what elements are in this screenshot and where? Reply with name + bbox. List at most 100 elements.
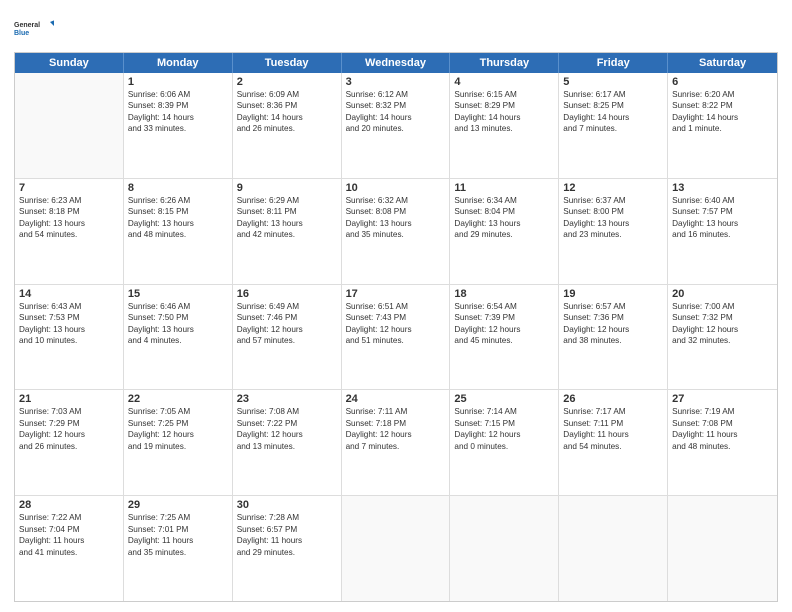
calendar-day-empty [15,73,124,178]
header-day-thursday: Thursday [450,53,559,73]
day-info: Sunrise: 6:51 AM Sunset: 7:43 PM Dayligh… [346,301,446,347]
day-number: 1 [128,76,228,88]
calendar-week-2: 7Sunrise: 6:23 AM Sunset: 8:18 PM Daylig… [15,178,777,284]
calendar-day-14: 14Sunrise: 6:43 AM Sunset: 7:53 PM Dayli… [15,285,124,390]
day-info: Sunrise: 6:26 AM Sunset: 8:15 PM Dayligh… [128,195,228,241]
calendar-day-6: 6Sunrise: 6:20 AM Sunset: 8:22 PM Daylig… [668,73,777,178]
svg-text:Blue: Blue [14,30,29,37]
day-number: 17 [346,288,446,300]
day-info: Sunrise: 6:43 AM Sunset: 7:53 PM Dayligh… [19,301,119,347]
day-info: Sunrise: 6:09 AM Sunset: 8:36 PM Dayligh… [237,89,337,135]
svg-text:General: General [14,22,40,29]
day-number: 8 [128,182,228,194]
day-number: 24 [346,393,446,405]
day-info: Sunrise: 7:11 AM Sunset: 7:18 PM Dayligh… [346,406,446,452]
calendar-week-1: 1Sunrise: 6:06 AM Sunset: 8:39 PM Daylig… [15,73,777,178]
calendar-day-13: 13Sunrise: 6:40 AM Sunset: 7:57 PM Dayli… [668,179,777,284]
calendar-day-20: 20Sunrise: 7:00 AM Sunset: 7:32 PM Dayli… [668,285,777,390]
day-info: Sunrise: 7:28 AM Sunset: 6:57 PM Dayligh… [237,512,337,558]
calendar-header: SundayMondayTuesdayWednesdayThursdayFrid… [15,53,777,73]
day-number: 23 [237,393,337,405]
day-info: Sunrise: 7:03 AM Sunset: 7:29 PM Dayligh… [19,406,119,452]
day-number: 27 [672,393,773,405]
day-number: 22 [128,393,228,405]
day-number: 28 [19,499,119,511]
day-info: Sunrise: 6:20 AM Sunset: 8:22 PM Dayligh… [672,89,773,135]
calendar-day-19: 19Sunrise: 6:57 AM Sunset: 7:36 PM Dayli… [559,285,668,390]
calendar-day-15: 15Sunrise: 6:46 AM Sunset: 7:50 PM Dayli… [124,285,233,390]
calendar: SundayMondayTuesdayWednesdayThursdayFrid… [14,52,778,602]
calendar-day-12: 12Sunrise: 6:37 AM Sunset: 8:00 PM Dayli… [559,179,668,284]
day-info: Sunrise: 6:12 AM Sunset: 8:32 PM Dayligh… [346,89,446,135]
calendar-day-22: 22Sunrise: 7:05 AM Sunset: 7:25 PM Dayli… [124,390,233,495]
day-info: Sunrise: 6:17 AM Sunset: 8:25 PM Dayligh… [563,89,663,135]
calendar-day-empty [450,496,559,601]
day-number: 10 [346,182,446,194]
day-number: 29 [128,499,228,511]
calendar-day-29: 29Sunrise: 7:25 AM Sunset: 7:01 PM Dayli… [124,496,233,601]
day-info: Sunrise: 6:49 AM Sunset: 7:46 PM Dayligh… [237,301,337,347]
calendar-day-17: 17Sunrise: 6:51 AM Sunset: 7:43 PM Dayli… [342,285,451,390]
calendar-day-25: 25Sunrise: 7:14 AM Sunset: 7:15 PM Dayli… [450,390,559,495]
day-number: 3 [346,76,446,88]
calendar-day-1: 1Sunrise: 6:06 AM Sunset: 8:39 PM Daylig… [124,73,233,178]
calendar-day-26: 26Sunrise: 7:17 AM Sunset: 7:11 PM Dayli… [559,390,668,495]
day-info: Sunrise: 6:54 AM Sunset: 7:39 PM Dayligh… [454,301,554,347]
day-info: Sunrise: 7:25 AM Sunset: 7:01 PM Dayligh… [128,512,228,558]
logo-svg: General Blue [14,10,54,46]
day-number: 14 [19,288,119,300]
header-day-saturday: Saturday [668,53,777,73]
calendar-day-24: 24Sunrise: 7:11 AM Sunset: 7:18 PM Dayli… [342,390,451,495]
day-info: Sunrise: 7:19 AM Sunset: 7:08 PM Dayligh… [672,406,773,452]
calendar-day-empty [342,496,451,601]
day-info: Sunrise: 7:05 AM Sunset: 7:25 PM Dayligh… [128,406,228,452]
calendar-day-11: 11Sunrise: 6:34 AM Sunset: 8:04 PM Dayli… [450,179,559,284]
calendar-day-2: 2Sunrise: 6:09 AM Sunset: 8:36 PM Daylig… [233,73,342,178]
day-number: 11 [454,182,554,194]
day-info: Sunrise: 7:22 AM Sunset: 7:04 PM Dayligh… [19,512,119,558]
day-number: 13 [672,182,773,194]
calendar-day-8: 8Sunrise: 6:26 AM Sunset: 8:15 PM Daylig… [124,179,233,284]
day-info: Sunrise: 7:17 AM Sunset: 7:11 PM Dayligh… [563,406,663,452]
calendar-day-4: 4Sunrise: 6:15 AM Sunset: 8:29 PM Daylig… [450,73,559,178]
calendar-day-28: 28Sunrise: 7:22 AM Sunset: 7:04 PM Dayli… [15,496,124,601]
logo: General Blue [14,10,54,46]
calendar-day-16: 16Sunrise: 6:49 AM Sunset: 7:46 PM Dayli… [233,285,342,390]
day-info: Sunrise: 6:37 AM Sunset: 8:00 PM Dayligh… [563,195,663,241]
day-info: Sunrise: 6:32 AM Sunset: 8:08 PM Dayligh… [346,195,446,241]
day-number: 25 [454,393,554,405]
day-info: Sunrise: 7:00 AM Sunset: 7:32 PM Dayligh… [672,301,773,347]
day-number: 21 [19,393,119,405]
calendar-week-5: 28Sunrise: 7:22 AM Sunset: 7:04 PM Dayli… [15,495,777,601]
day-number: 15 [128,288,228,300]
day-number: 4 [454,76,554,88]
day-info: Sunrise: 6:15 AM Sunset: 8:29 PM Dayligh… [454,89,554,135]
day-number: 12 [563,182,663,194]
calendar-day-empty [559,496,668,601]
header-day-monday: Monday [124,53,233,73]
calendar-day-10: 10Sunrise: 6:32 AM Sunset: 8:08 PM Dayli… [342,179,451,284]
day-info: Sunrise: 6:29 AM Sunset: 8:11 PM Dayligh… [237,195,337,241]
day-info: Sunrise: 6:23 AM Sunset: 8:18 PM Dayligh… [19,195,119,241]
day-number: 19 [563,288,663,300]
day-info: Sunrise: 6:40 AM Sunset: 7:57 PM Dayligh… [672,195,773,241]
calendar-day-empty [668,496,777,601]
calendar-day-18: 18Sunrise: 6:54 AM Sunset: 7:39 PM Dayli… [450,285,559,390]
day-info: Sunrise: 7:14 AM Sunset: 7:15 PM Dayligh… [454,406,554,452]
day-number: 26 [563,393,663,405]
page-header: General Blue [14,10,778,46]
calendar-week-3: 14Sunrise: 6:43 AM Sunset: 7:53 PM Dayli… [15,284,777,390]
day-number: 30 [237,499,337,511]
header-day-sunday: Sunday [15,53,124,73]
calendar-day-23: 23Sunrise: 7:08 AM Sunset: 7:22 PM Dayli… [233,390,342,495]
day-number: 7 [19,182,119,194]
calendar-body: 1Sunrise: 6:06 AM Sunset: 8:39 PM Daylig… [15,73,777,601]
header-day-tuesday: Tuesday [233,53,342,73]
day-info: Sunrise: 6:57 AM Sunset: 7:36 PM Dayligh… [563,301,663,347]
day-info: Sunrise: 7:08 AM Sunset: 7:22 PM Dayligh… [237,406,337,452]
calendar-week-4: 21Sunrise: 7:03 AM Sunset: 7:29 PM Dayli… [15,389,777,495]
calendar-day-5: 5Sunrise: 6:17 AM Sunset: 8:25 PM Daylig… [559,73,668,178]
header-day-wednesday: Wednesday [342,53,451,73]
day-number: 6 [672,76,773,88]
day-number: 20 [672,288,773,300]
